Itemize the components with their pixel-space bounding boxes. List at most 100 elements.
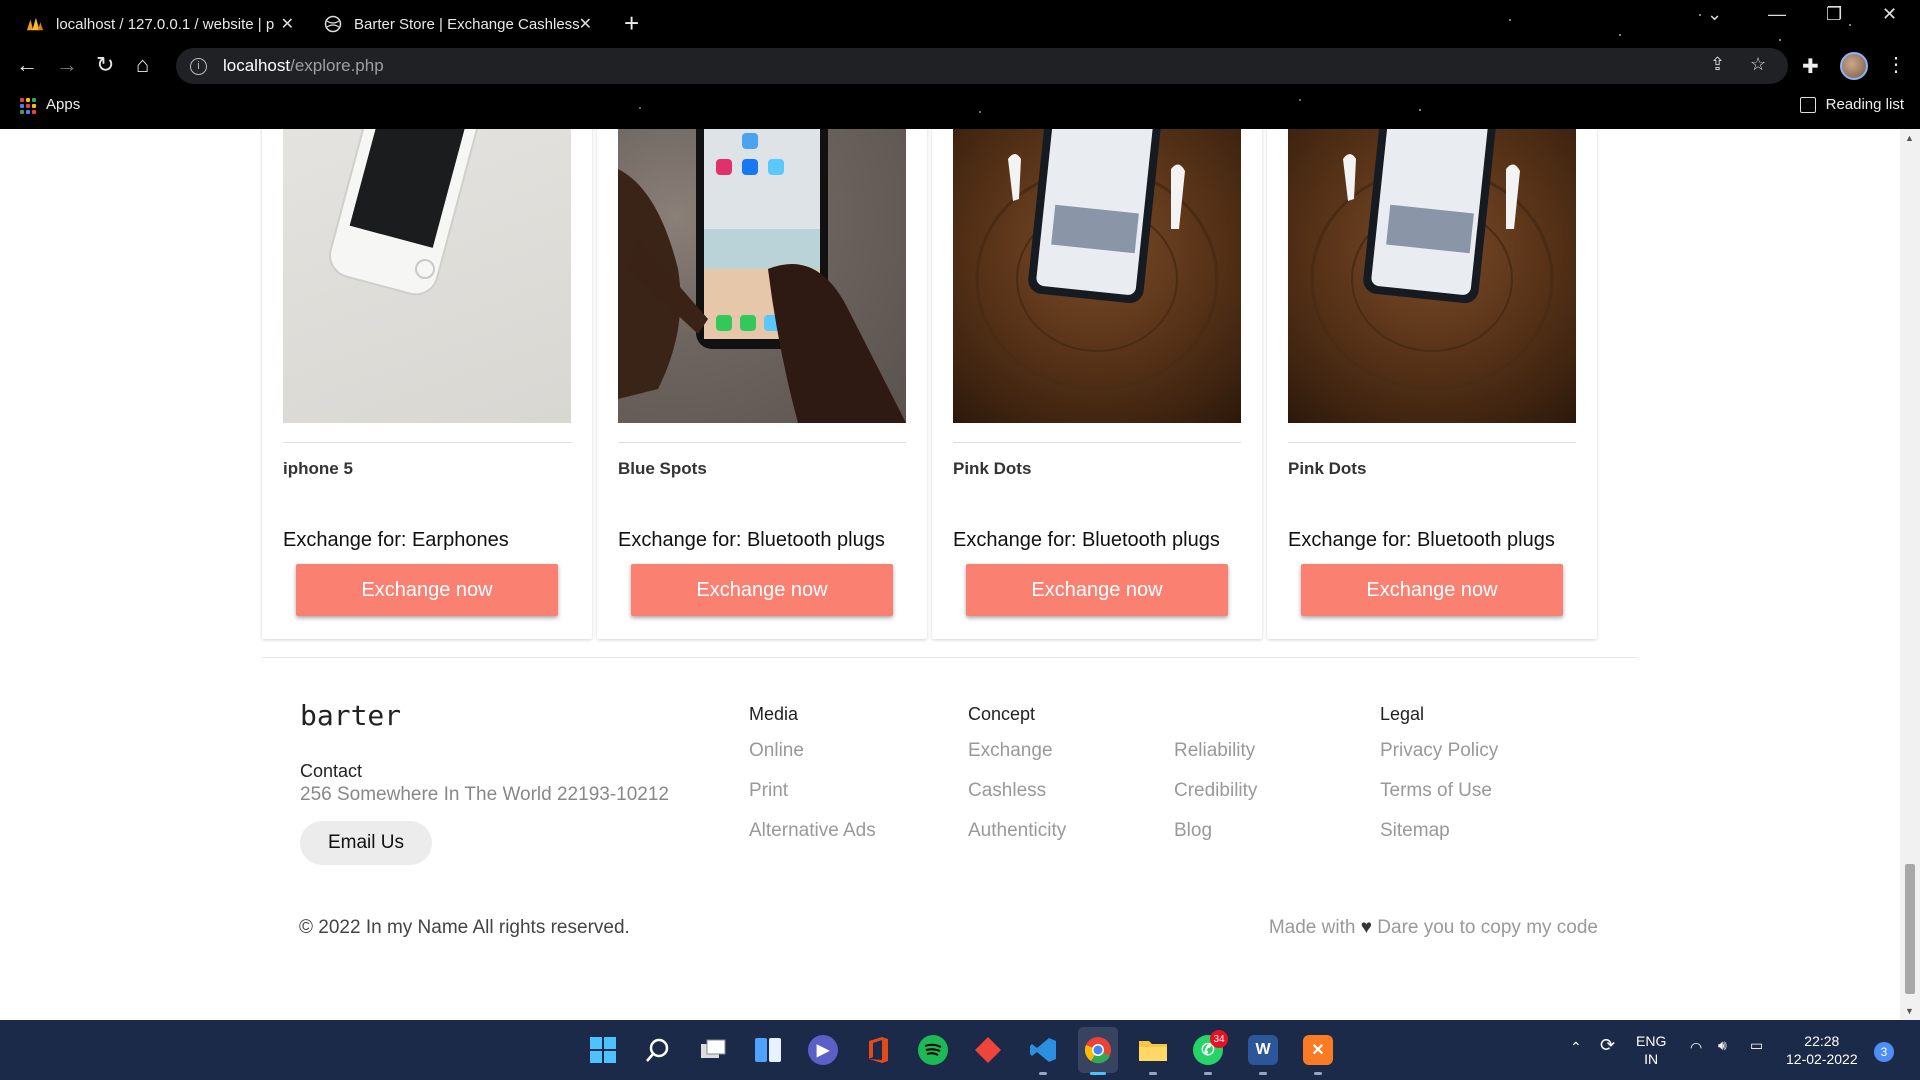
footer-link-alternative-ads[interactable]: Alternative Ads: [749, 820, 876, 860]
start-icon[interactable]: [588, 1035, 618, 1065]
bookmark-star-icon[interactable]: ☆: [1750, 54, 1766, 75]
product-image: [953, 129, 1241, 423]
scroll-down-icon[interactable]: ▼: [1905, 1006, 1914, 1016]
tab-title: localhost / 127.0.0.1 / website | p: [56, 15, 275, 33]
close-window-button[interactable]: ✕: [1882, 4, 1897, 25]
card-divider: [618, 442, 906, 443]
task-view-icon[interactable]: [698, 1035, 728, 1065]
vscode-icon[interactable]: [1028, 1035, 1058, 1065]
card-divider: [283, 442, 571, 443]
contact-label: Contact: [300, 761, 363, 781]
forward-icon[interactable]: →: [56, 52, 78, 78]
new-tab-button[interactable]: +: [624, 8, 639, 39]
browser-chrome: localhost / 127.0.0.1 / website | p ✕ Ba…: [0, 0, 1920, 129]
footer-link-blog[interactable]: Blog: [1174, 820, 1257, 860]
product-card: iphone 5 Exchange for: Earphones Exchang…: [262, 129, 592, 639]
battery-icon[interactable]: ▭: [1750, 1036, 1763, 1054]
made-with-text: Made with ♥ Dare you to copy my code: [1268, 917, 1598, 938]
phpmyadmin-icon: [26, 15, 44, 33]
reading-list-icon: [1799, 96, 1816, 113]
file-explorer-icon[interactable]: [1138, 1035, 1168, 1065]
teams-chat-icon[interactable]: ▶: [808, 1035, 838, 1065]
copyright-text: © 2022 In my Name All rights reserved.: [299, 917, 630, 938]
clock[interactable]: 22:28 12-02-2022: [1786, 1032, 1858, 1068]
globe-icon: [324, 15, 342, 33]
notification-badge[interactable]: 3: [1874, 1042, 1894, 1062]
xampp-icon[interactable]: ✕: [1303, 1035, 1333, 1065]
exchange-now-button[interactable]: Exchange now: [1301, 564, 1563, 616]
page-scrollbar[interactable]: ▲ ▼: [1900, 129, 1920, 1020]
scroll-up-icon[interactable]: ▲: [1905, 133, 1914, 143]
product-title: iphone 5: [283, 459, 353, 478]
footer-concept-column: Concept Exchange Cashless Authenticity: [968, 704, 1066, 860]
reading-list-button[interactable]: Reading list: [1799, 96, 1904, 113]
search-icon[interactable]: [643, 1035, 673, 1065]
footer-heading: Legal: [1380, 704, 1425, 724]
browser-toolbar: ← → ↻ ⌂ i localhost/explore.php ⇪ ☆ ✚ ⋮: [0, 46, 1920, 86]
footer-link-authenticity[interactable]: Authenticity: [968, 820, 1066, 860]
product-card: Pink Dots Exchange for: Bluetooth plugs …: [932, 129, 1262, 639]
language-indicator[interactable]: ENG IN: [1636, 1032, 1666, 1068]
contact-address: 256 Somewhere In The World 22193-10212: [300, 784, 669, 805]
product-image: [1288, 129, 1576, 423]
exchange-for-text: Exchange for: Bluetooth plugs: [1288, 529, 1555, 551]
restore-button[interactable]: ❐: [1826, 4, 1842, 25]
widgets-icon[interactable]: [753, 1035, 783, 1065]
tab-title: Barter Store | Exchange Cashless: [354, 15, 580, 33]
footer-link-print[interactable]: Print: [749, 780, 876, 820]
footer-link-online[interactable]: Online: [749, 740, 876, 780]
tab-search-icon[interactable]: ⌄: [1707, 4, 1722, 25]
footer-legal-column: Legal Privacy Policy Terms of Use Sitema…: [1380, 704, 1498, 860]
minimize-button[interactable]: —: [1768, 4, 1786, 25]
home-icon[interactable]: ⌂: [136, 52, 149, 78]
footer-link-exchange[interactable]: Exchange: [968, 740, 1066, 780]
footer-heading: Concept: [968, 704, 1036, 724]
url-text: localhost/explore.php: [223, 56, 384, 75]
exchange-now-button[interactable]: Exchange now: [631, 564, 893, 616]
email-us-button[interactable]: Email Us: [300, 821, 432, 865]
footer-link-sitemap[interactable]: Sitemap: [1380, 820, 1498, 860]
footer-link-privacy-policy[interactable]: Privacy Policy: [1380, 740, 1498, 780]
share-icon[interactable]: ⇪: [1710, 54, 1725, 75]
footer-brand: barter: [300, 699, 402, 732]
footer-link-credibility[interactable]: Credibility: [1174, 780, 1257, 820]
show-hidden-icons[interactable]: ⌃: [1570, 1038, 1582, 1056]
exchange-for-text: Exchange for: Bluetooth plugs: [953, 529, 1220, 551]
office-icon[interactable]: [863, 1035, 893, 1065]
windows-taskbar: ▶ ✆ 34 W ✕ ⌃ ⟳ ENG IN ◠ 🔊︎ ▭ 22:28 12-02…: [0, 1020, 1920, 1080]
footer-divider: [262, 657, 1638, 658]
back-icon[interactable]: ←: [16, 52, 38, 78]
page-viewport: iphone 5 Exchange for: Earphones Exchang…: [0, 129, 1900, 1020]
footer-link-reliability[interactable]: Reliability: [1174, 740, 1257, 780]
footer-link-terms-of-use[interactable]: Terms of Use: [1380, 780, 1498, 820]
sync-icon[interactable]: ⟳: [1600, 1036, 1615, 1054]
reload-icon[interactable]: ↻: [96, 52, 114, 78]
profile-avatar[interactable]: [1840, 52, 1868, 80]
footer-link-cashless[interactable]: Cashless: [968, 780, 1066, 820]
product-image: [283, 129, 571, 423]
anydesk-icon[interactable]: [973, 1035, 1003, 1065]
close-tab-icon[interactable]: ✕: [281, 14, 294, 34]
tab-phpmyadmin[interactable]: localhost / 127.0.0.1 / website | p ✕: [14, 6, 304, 42]
menu-icon[interactable]: ⋮: [1886, 52, 1906, 77]
heart-icon: ♥: [1360, 917, 1372, 938]
extensions-icon[interactable]: ✚: [1802, 54, 1819, 79]
word-icon[interactable]: W: [1248, 1035, 1278, 1065]
chrome-icon[interactable]: [1083, 1035, 1113, 1065]
scrollbar-thumb[interactable]: [1905, 864, 1915, 994]
exchange-now-button[interactable]: Exchange now: [296, 564, 558, 616]
footer-heading: Media: [749, 704, 799, 724]
exchange-now-button[interactable]: Exchange now: [966, 564, 1228, 616]
close-tab-icon[interactable]: ✕: [579, 14, 592, 34]
address-bar[interactable]: i localhost/explore.php ⇪ ☆: [176, 48, 1788, 84]
wifi-icon[interactable]: ◠: [1690, 1038, 1702, 1056]
spotify-icon[interactable]: [918, 1035, 948, 1065]
tab-barter-store[interactable]: Barter Store | Exchange Cashless ✕: [312, 6, 602, 42]
apps-shortcut[interactable]: Apps: [46, 96, 80, 113]
volume-icon[interactable]: 🔊︎: [1718, 1036, 1727, 1054]
product-card: Blue Spots Exchange for: Bluetooth plugs…: [597, 129, 927, 639]
product-title: Blue Spots: [618, 459, 707, 478]
footer-concept2-column: Reliability Credibility Blog: [1174, 704, 1257, 860]
apps-grid-icon[interactable]: [20, 98, 36, 114]
site-info-icon[interactable]: i: [190, 57, 207, 75]
